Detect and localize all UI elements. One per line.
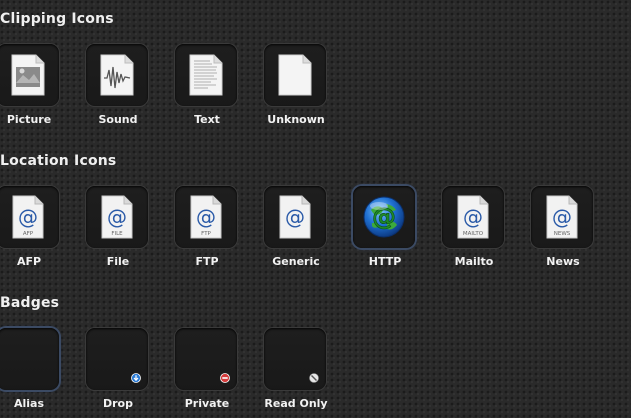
tile-file[interactable]: @ FILE File bbox=[78, 186, 158, 276]
ftp-location-icon: @ FTP bbox=[190, 195, 222, 239]
tile-label: Unknown bbox=[267, 113, 325, 126]
private-badge-icon bbox=[220, 373, 230, 383]
tile-generic[interactable]: @ Generic bbox=[256, 186, 336, 276]
location-tag: FILE bbox=[111, 231, 123, 237]
picture-clipping-icon bbox=[11, 54, 45, 96]
tile-label: Drop bbox=[103, 397, 133, 410]
tile-label: AFP bbox=[16, 255, 42, 268]
file-location-icon: @ FILE bbox=[101, 195, 133, 239]
icon-well bbox=[86, 328, 148, 390]
text-clipping-icon bbox=[189, 54, 223, 96]
icon-well bbox=[264, 328, 326, 390]
icon-well bbox=[175, 44, 237, 106]
tile-label: Alias bbox=[13, 397, 45, 410]
tile-ftp[interactable]: @ FTP FTP bbox=[167, 186, 247, 276]
tile-sound[interactable]: Sound bbox=[78, 44, 158, 134]
tile-label: Mailto bbox=[454, 255, 494, 268]
icon-well bbox=[175, 328, 237, 390]
icon-well bbox=[264, 44, 326, 106]
tile-label: Read Only bbox=[264, 397, 328, 410]
icon-well: @ bbox=[353, 186, 415, 248]
svg-text:@: @ bbox=[196, 205, 216, 229]
svg-text:@: @ bbox=[463, 205, 483, 229]
tile-read-only[interactable]: Read Only bbox=[256, 328, 336, 418]
drop-badge-icon bbox=[131, 373, 141, 383]
svg-text:@: @ bbox=[107, 205, 127, 229]
icon-well: @ FTP bbox=[175, 186, 237, 248]
tile-unknown[interactable]: Unknown bbox=[256, 44, 336, 134]
tile-label: News bbox=[546, 255, 580, 268]
tile-mailto[interactable]: @ MAILTO Mailto bbox=[434, 186, 514, 276]
read-only-badge-icon bbox=[309, 373, 319, 383]
svg-text:@: @ bbox=[18, 205, 38, 229]
tile-private[interactable]: Private bbox=[167, 328, 247, 418]
location-tag: FTP bbox=[201, 231, 211, 237]
tile-label: File bbox=[106, 255, 130, 268]
icon-well: @ bbox=[264, 186, 326, 248]
svg-text:@: @ bbox=[285, 205, 305, 229]
location-tag: MAILTO bbox=[463, 231, 484, 237]
tile-alias[interactable]: Alias bbox=[0, 328, 69, 418]
tile-text[interactable]: Text bbox=[167, 44, 247, 134]
location-tag: AFP bbox=[23, 231, 34, 237]
icon-well bbox=[0, 44, 59, 106]
afp-location-icon: @ AFP bbox=[12, 195, 44, 239]
icon-well: @ MAILTO bbox=[442, 186, 504, 248]
section-title-badges: Badges bbox=[0, 295, 60, 311]
tile-news[interactable]: @ NEWS News bbox=[523, 186, 603, 276]
tile-label: Sound bbox=[98, 113, 138, 126]
tile-label: HTTP bbox=[368, 255, 402, 268]
tile-drop[interactable]: Drop bbox=[78, 328, 158, 418]
tile-label: Private bbox=[184, 397, 230, 410]
tile-http[interactable]: @ HTTP bbox=[345, 186, 425, 276]
generic-location-icon: @ bbox=[279, 195, 311, 239]
tile-label: FTP bbox=[195, 255, 219, 268]
news-location-icon: @ NEWS bbox=[546, 195, 578, 239]
section-title-location-icons: Location Icons bbox=[0, 153, 117, 169]
section-title-clipping-icons: Clipping Icons bbox=[0, 11, 114, 27]
unknown-clipping-icon bbox=[278, 54, 312, 96]
http-globe-icon: @ bbox=[363, 196, 405, 238]
tile-afp[interactable]: @ AFP AFP bbox=[0, 186, 69, 276]
tile-label: Text bbox=[194, 113, 220, 126]
icon-well bbox=[86, 44, 148, 106]
mailto-location-icon: @ MAILTO bbox=[457, 195, 489, 239]
icon-well bbox=[0, 328, 59, 390]
icon-well: @ AFP bbox=[0, 186, 59, 248]
icon-well: @ NEWS bbox=[531, 186, 593, 248]
sound-clipping-icon bbox=[100, 54, 134, 96]
icon-well: @ FILE bbox=[86, 186, 148, 248]
svg-text:@: @ bbox=[552, 205, 572, 229]
tile-picture[interactable]: Picture bbox=[0, 44, 69, 134]
tile-label: Generic bbox=[272, 255, 320, 268]
tile-label: Picture bbox=[6, 113, 52, 126]
location-tag: NEWS bbox=[554, 231, 571, 237]
